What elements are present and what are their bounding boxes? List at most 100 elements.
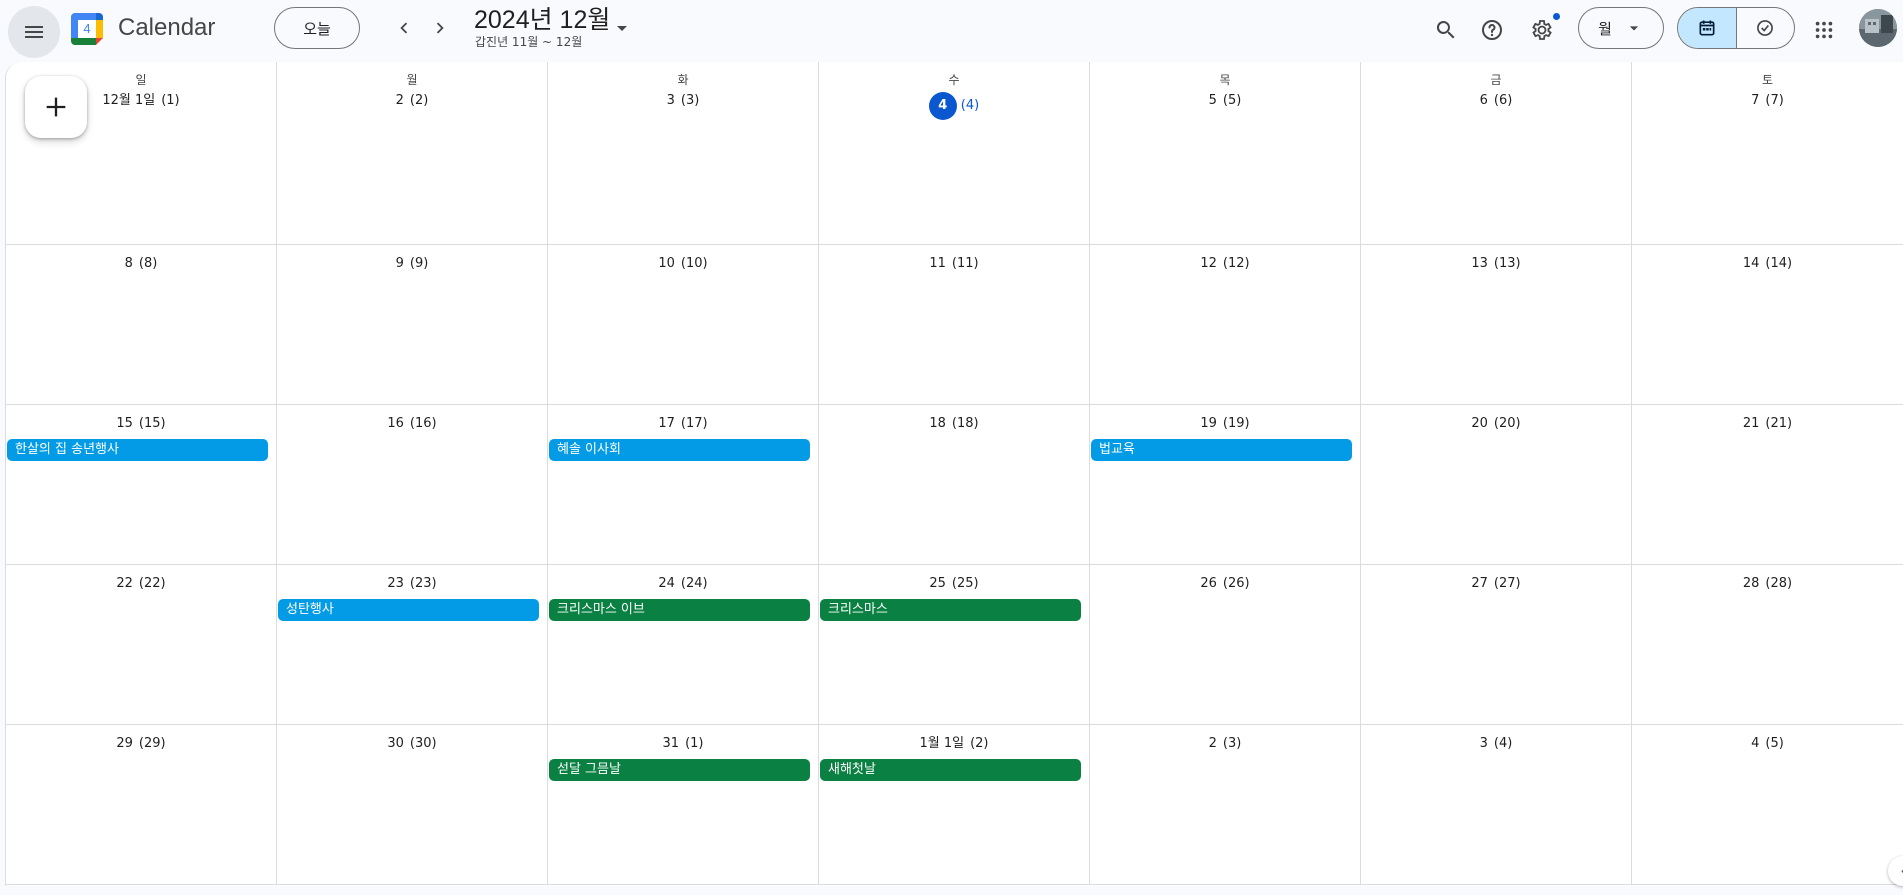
day-cell[interactable]: 10 (10) — [548, 245, 819, 405]
day-number[interactable]: 8 (8) — [6, 255, 276, 273]
lunar-date-label: (22) — [138, 576, 166, 591]
calendar-logo[interactable]: 4 — [69, 11, 105, 47]
day-number[interactable]: 3 (3) — [548, 92, 818, 110]
day-cell[interactable]: 31 (1) 섣달 그믐날 — [548, 725, 819, 885]
day-number[interactable]: 23 (23) — [277, 575, 547, 593]
event-chip[interactable]: 새해첫날 — [820, 759, 1081, 781]
day-cell[interactable]: 목 5 (5) — [1090, 62, 1361, 245]
day-cell[interactable]: 17 (17) 혜솔 이사회 — [548, 405, 819, 565]
day-number[interactable]: 25 (25) — [819, 575, 1089, 593]
day-cell[interactable]: 21 (21) — [1632, 405, 1903, 565]
day-number[interactable]: 6 (6) — [1361, 92, 1631, 110]
day-cell[interactable]: 27 (27) — [1361, 565, 1632, 725]
view-selector-label: 월 — [1598, 20, 1612, 38]
google-apps-button[interactable] — [1802, 8, 1846, 52]
day-cell[interactable]: 30 (30) — [277, 725, 548, 885]
period-dropdown-button[interactable] — [610, 16, 634, 40]
day-number[interactable]: 22 (22) — [6, 575, 276, 593]
day-number[interactable]: 5 (5) — [1090, 92, 1360, 110]
day-number[interactable]: 4 (5) — [1632, 735, 1903, 753]
event-chip[interactable]: 섣달 그믐날 — [549, 759, 810, 781]
view-selector-button[interactable]: 월 — [1578, 7, 1664, 49]
account-avatar[interactable] — [1859, 9, 1897, 47]
plus-icon — [42, 93, 70, 121]
day-cell[interactable]: 토 7 (7) — [1632, 62, 1903, 245]
day-number[interactable]: 12 (12) — [1090, 255, 1360, 273]
day-number[interactable]: 20 (20) — [1361, 415, 1631, 433]
day-cell[interactable]: 24 (24) 크리스마스 이브 — [548, 565, 819, 725]
day-cell[interactable]: 3 (4) — [1361, 725, 1632, 885]
day-number[interactable]: 31 (1) — [548, 735, 818, 753]
day-cell[interactable]: 4 (5) — [1632, 725, 1903, 885]
next-period-button[interactable] — [420, 8, 460, 48]
day-cell[interactable]: 월 2 (2) — [277, 62, 548, 245]
search-button[interactable] — [1424, 8, 1468, 52]
create-event-button[interactable] — [25, 76, 87, 138]
day-number[interactable]: 30 (30) — [277, 735, 547, 753]
day-number[interactable]: 16 (16) — [277, 415, 547, 433]
event-chip[interactable]: 혜솔 이사회 — [549, 439, 810, 461]
day-number[interactable]: 24 (24) — [548, 575, 818, 593]
lunar-date-label: (4) — [1493, 736, 1513, 751]
day-number[interactable]: 9 (9) — [277, 255, 547, 273]
day-cell[interactable]: 28 (28) — [1632, 565, 1903, 725]
day-cell[interactable]: 22 (22) — [6, 565, 277, 725]
day-number[interactable]: 10 (10) — [548, 255, 818, 273]
day-cell[interactable]: 26 (26) — [1090, 565, 1361, 725]
event-chip[interactable]: 법교육 — [1091, 439, 1352, 461]
day-cell[interactable]: 수 4 (4) — [819, 62, 1090, 245]
day-cell[interactable]: 14 (14) — [1632, 245, 1903, 405]
day-number[interactable]: 17 (17) — [548, 415, 818, 433]
event-chip[interactable]: 크리스마스 — [820, 599, 1081, 621]
day-cell[interactable]: 19 (19) 법교육 — [1090, 405, 1361, 565]
day-cell[interactable]: 12 (12) — [1090, 245, 1361, 405]
day-number[interactable]: 7 (7) — [1632, 92, 1903, 110]
day-cell[interactable]: 1월 1일 (2) 새해첫날 — [819, 725, 1090, 885]
day-cell[interactable]: 23 (23) 성탄행사 — [277, 565, 548, 725]
day-cell[interactable]: 18 (18) — [819, 405, 1090, 565]
day-number[interactable]: 1월 1일 (2) — [819, 735, 1089, 753]
previous-period-button[interactable] — [384, 8, 424, 48]
tasks-view-toggle[interactable] — [1737, 8, 1795, 48]
lunar-date-label: (4) — [960, 98, 980, 113]
period-title[interactable]: 2024년 12월 — [474, 3, 610, 37]
day-number[interactable]: 28 (28) — [1632, 575, 1903, 593]
day-number[interactable]: 13 (13) — [1361, 255, 1631, 273]
check-circle-icon — [1755, 18, 1775, 38]
day-cell[interactable]: 8 (8) — [6, 245, 277, 405]
day-number[interactable]: 4 (4) — [819, 92, 1089, 120]
date-label: 5 — [1208, 93, 1217, 108]
day-number[interactable]: 2 (3) — [1090, 735, 1360, 753]
day-cell[interactable]: 13 (13) — [1361, 245, 1632, 405]
event-chip[interactable]: 크리스마스 이브 — [549, 599, 810, 621]
event-chip[interactable]: 한살의 집 송년행사 — [7, 439, 268, 461]
date-label: 28 — [1742, 576, 1760, 591]
event-chip[interactable]: 성탄행사 — [278, 599, 539, 621]
day-number[interactable]: 19 (19) — [1090, 415, 1360, 433]
date-label: 18 — [929, 416, 946, 431]
day-cell[interactable]: 금 6 (6) — [1361, 62, 1632, 245]
day-cell[interactable]: 화 3 (3) — [548, 62, 819, 245]
day-cell[interactable]: 29 (29) — [6, 725, 277, 885]
calendar-view-toggle[interactable] — [1678, 8, 1737, 48]
day-number[interactable]: 27 (27) — [1361, 575, 1631, 593]
day-cell[interactable]: 25 (25) 크리스마스 — [819, 565, 1090, 725]
day-cell[interactable]: 15 (15) 한살의 집 송년행사 — [6, 405, 277, 565]
day-number[interactable]: 3 (4) — [1361, 735, 1631, 753]
day-cell[interactable]: 9 (9) — [277, 245, 548, 405]
today-button[interactable]: 오늘 — [274, 7, 360, 49]
day-number[interactable]: 15 (15) — [6, 415, 276, 433]
day-cell[interactable]: 16 (16) — [277, 405, 548, 565]
day-number[interactable]: 29 (29) — [6, 735, 276, 753]
help-button[interactable] — [1470, 8, 1514, 52]
day-number[interactable]: 18 (18) — [819, 415, 1089, 433]
main-menu-button[interactable] — [8, 6, 60, 58]
day-number[interactable]: 21 (21) — [1632, 415, 1903, 433]
day-cell[interactable]: 2 (3) — [1090, 725, 1361, 885]
day-number[interactable]: 11 (11) — [819, 255, 1089, 273]
day-number[interactable]: 2 (2) — [277, 92, 547, 110]
day-cell[interactable]: 11 (11) — [819, 245, 1090, 405]
day-number[interactable]: 26 (26) — [1090, 575, 1360, 593]
day-number[interactable]: 14 (14) — [1632, 255, 1903, 273]
day-cell[interactable]: 20 (20) — [1361, 405, 1632, 565]
